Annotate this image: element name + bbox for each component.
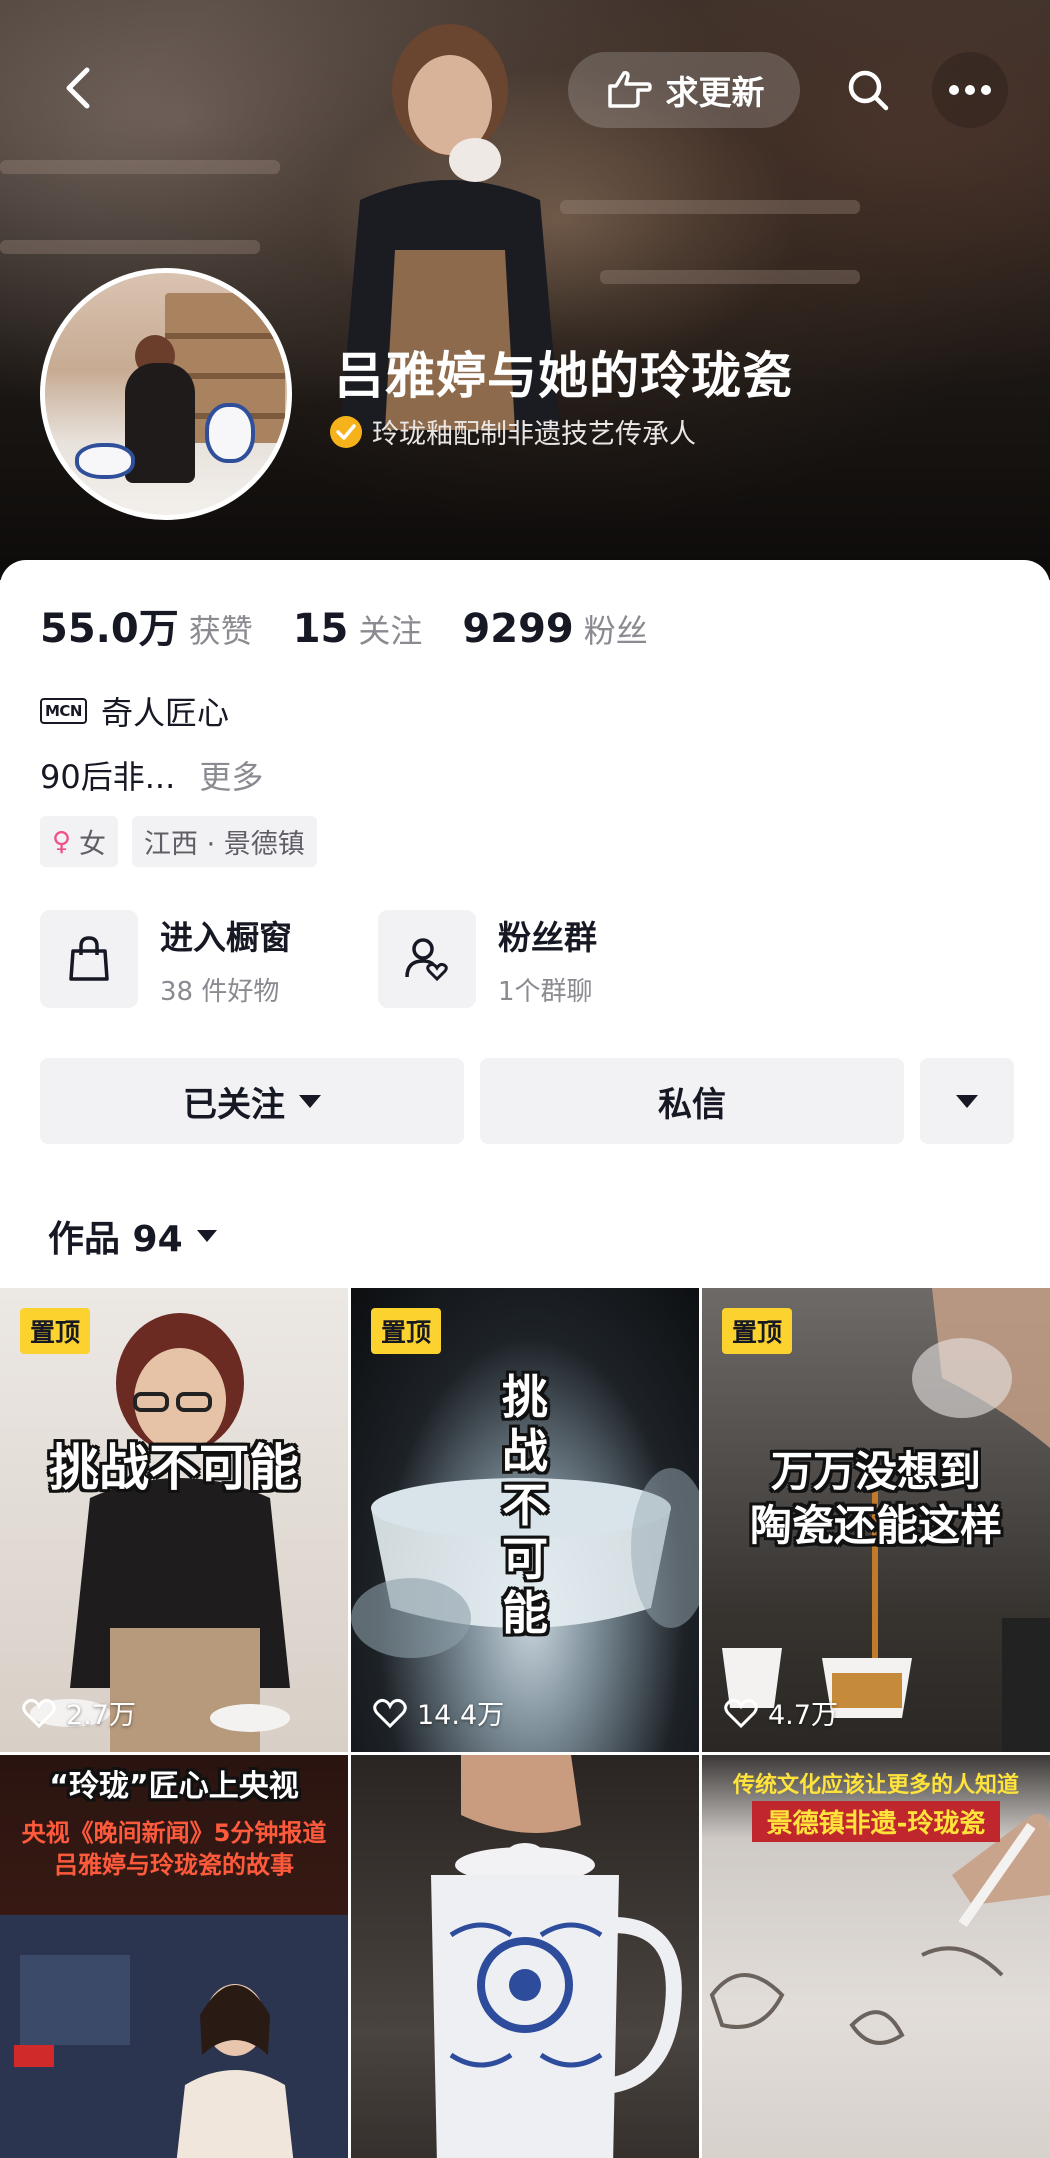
gender-tag: ♀ 女 (40, 816, 119, 867)
fan-group-subtitle: 1个群聊 (498, 976, 593, 1007)
video-caption-line1: 传统文化应该让更多的人知道 (732, 1773, 1019, 1798)
request-update-button[interactable]: 求更新 (568, 52, 800, 128)
request-update-label: 求更新 (665, 73, 765, 112)
mcn-row[interactable]: MCN 奇人匠心 (40, 688, 229, 734)
video-tile[interactable]: 置顶 万万没想到 陶瓷还能这样 4.7万 (702, 1288, 1050, 1752)
video-caption: 挑战不可能 (49, 1439, 299, 1497)
verification-text: 玲珑釉配制非遗技艺传承人 (372, 419, 696, 450)
avatar-shelf (165, 333, 285, 339)
works-tab[interactable]: 作品 94 (48, 1210, 217, 1262)
entry-row: 进入橱窗 38 件好物 粉丝群 1个群聊 (40, 910, 716, 1008)
pinned-badge: 置顶 (20, 1308, 91, 1354)
avatar-person-body (125, 363, 195, 483)
profile-avatar[interactable] (40, 268, 292, 520)
location-tag: 江西 · 景德镇 (132, 816, 317, 867)
heart-icon (724, 1698, 758, 1728)
video-likes: 4.7万 (724, 1693, 838, 1732)
video-like-count: 4.7万 (768, 1700, 838, 1731)
video-tile[interactable]: “玲珑”匠心上央视 央视《晚间新闻》5分钟报道 吕雅婷与玲珑瓷的故事 (0, 1755, 348, 2158)
more-options-button[interactable] (932, 52, 1008, 128)
back-button[interactable] (50, 60, 106, 116)
fan-group-title: 粉丝群 (498, 917, 597, 957)
search-button[interactable] (838, 60, 898, 120)
caret-down-icon (299, 1094, 321, 1108)
video-likes: 14.4万 (373, 1693, 504, 1732)
works-label: 作品 94 (48, 1219, 183, 1260)
video-tile[interactable]: 置顶 挑战不可能 14.4万 (351, 1288, 699, 1752)
verification-row: 玲珑釉配制非遗技艺传承人 (330, 412, 696, 451)
heart-icon (22, 1698, 56, 1728)
following-count[interactable]: 15 (293, 606, 349, 652)
video-thumbnail (431, 1755, 682, 2158)
video-like-count: 2.7万 (66, 1700, 136, 1731)
profile-name: 吕雅婷与她的玲珑瓷 (334, 347, 793, 405)
message-button[interactable]: 私信 (480, 1058, 904, 1144)
video-caption-line2: 陶瓷还能这样 (749, 1501, 1002, 1550)
followers-count[interactable]: 9299 (462, 606, 573, 652)
profile-tags: ♀ 女 江西 · 景德镇 (40, 816, 317, 867)
video-like-count: 14.4万 (417, 1700, 505, 1731)
bio-text: 90后非... (40, 758, 176, 796)
video-thumbnail (30, 1313, 290, 1752)
mcn-icon: MCN (40, 698, 87, 724)
shop-window-title: 进入橱窗 (160, 917, 292, 957)
video-caption: 挑战不可能 (502, 1370, 548, 1640)
followed-label: 已关注 (183, 1084, 285, 1125)
banner-shelf (0, 160, 280, 174)
pinned-badge: 置顶 (371, 1308, 442, 1354)
mcn-name: 奇人匠心 (101, 694, 230, 732)
more-dots-icon (949, 85, 991, 95)
message-label: 私信 (658, 1084, 726, 1125)
video-tile[interactable]: 置顶 挑战不可能 2.7万 (0, 1288, 348, 1752)
avatar-bowl (75, 443, 135, 479)
video-caption-line1: “玲珑”匠心上央视 (49, 1769, 299, 1804)
video-tile[interactable] (351, 1755, 699, 2158)
banner-shelf (0, 240, 260, 254)
caret-down-icon (196, 1230, 217, 1242)
banner-shelf (600, 270, 860, 284)
shop-window-entry[interactable]: 进入橱窗 38 件好物 (40, 910, 378, 1008)
search-icon (848, 70, 889, 111)
recommend-dropdown-button[interactable] (920, 1058, 1014, 1144)
fan-group-icon (378, 910, 476, 1008)
banner-shelf (560, 200, 860, 214)
caret-down-icon (956, 1094, 978, 1108)
video-caption-line3: 吕雅婷与玲珑瓷的故事 (54, 1851, 294, 1879)
shopping-bag-icon (40, 910, 138, 1008)
pointing-hand-icon (607, 71, 652, 108)
likes-label: 获赞 (188, 612, 253, 650)
heart-icon (373, 1698, 407, 1728)
action-buttons: 已关注 私信 (40, 1058, 1014, 1144)
video-grid: 置顶 挑战不可能 2.7万 置顶 挑战不可能 14.4万 置顶 万万没想到 陶瓷… (0, 1288, 1050, 2158)
stats-row: 55.0万 获赞 15 关注 9299 粉丝 (40, 596, 688, 654)
likes-count: 55.0万 (40, 606, 179, 652)
video-caption-line1: 万万没想到 (770, 1447, 981, 1496)
fan-group-entry[interactable]: 粉丝群 1个群聊 (378, 910, 716, 1008)
following-label[interactable]: 关注 (358, 606, 422, 652)
shop-window-subtitle: 38 件好物 (160, 976, 280, 1007)
followers-label[interactable]: 粉丝 (584, 606, 648, 652)
avatar-vase (205, 403, 255, 463)
verified-badge-icon (330, 415, 362, 448)
video-caption-line2: 央视《晚间新闻》5分钟报道 (21, 1819, 327, 1847)
bio-more-link[interactable]: 更多 (199, 758, 263, 796)
location-label: 江西 · 景德镇 (144, 829, 305, 860)
followed-button[interactable]: 已关注 (40, 1058, 464, 1144)
video-likes: 2.7万 (22, 1693, 136, 1732)
chevron-left-icon (66, 67, 90, 109)
pinned-badge: 置顶 (722, 1308, 793, 1354)
video-caption-line2: 景德镇非遗-玲珑瓷 (752, 1801, 1000, 1842)
female-icon: ♀ (52, 826, 72, 857)
gender-label: 女 (79, 829, 107, 860)
bio-row: 90后非... 更多 (40, 752, 263, 798)
video-tile[interactable]: 传统文化应该让更多的人知道 景德镇非遗-玲珑瓷 (702, 1755, 1050, 2158)
